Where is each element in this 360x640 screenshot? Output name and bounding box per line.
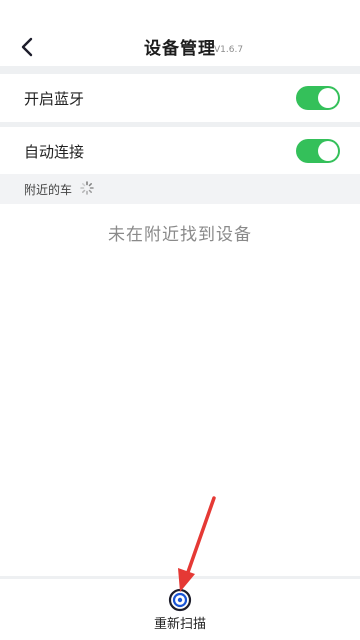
empty-state-message: 未在附近找到设备 [108, 225, 252, 245]
auto-connect-row: 自动连接 [0, 127, 360, 175]
app-header: 设备管理 V1.6.7 [0, 0, 360, 66]
divider [0, 66, 360, 74]
page-title: 设备管理 [144, 39, 216, 59]
rescan-button[interactable]: 重新扫描 [140, 586, 220, 634]
version-label: V1.6.7 [214, 45, 244, 55]
nearby-section-title: 附近的车 [24, 183, 73, 197]
bluetooth-label: 开启蓝牙 [24, 90, 85, 108]
rescan-label: 重新扫描 [153, 617, 206, 632]
bluetooth-toggle[interactable] [296, 86, 340, 110]
toggle-knob [318, 88, 338, 108]
radar-scan-icon [168, 588, 192, 612]
auto-connect-label: 自动连接 [24, 143, 85, 161]
toggle-knob [318, 141, 338, 161]
loading-spinner-icon [80, 181, 94, 195]
bottom-divider [0, 576, 360, 579]
bluetooth-row: 开启蓝牙 [0, 74, 360, 122]
auto-connect-toggle[interactable] [296, 139, 340, 163]
nearby-section-header: 附近的车 [0, 174, 360, 204]
